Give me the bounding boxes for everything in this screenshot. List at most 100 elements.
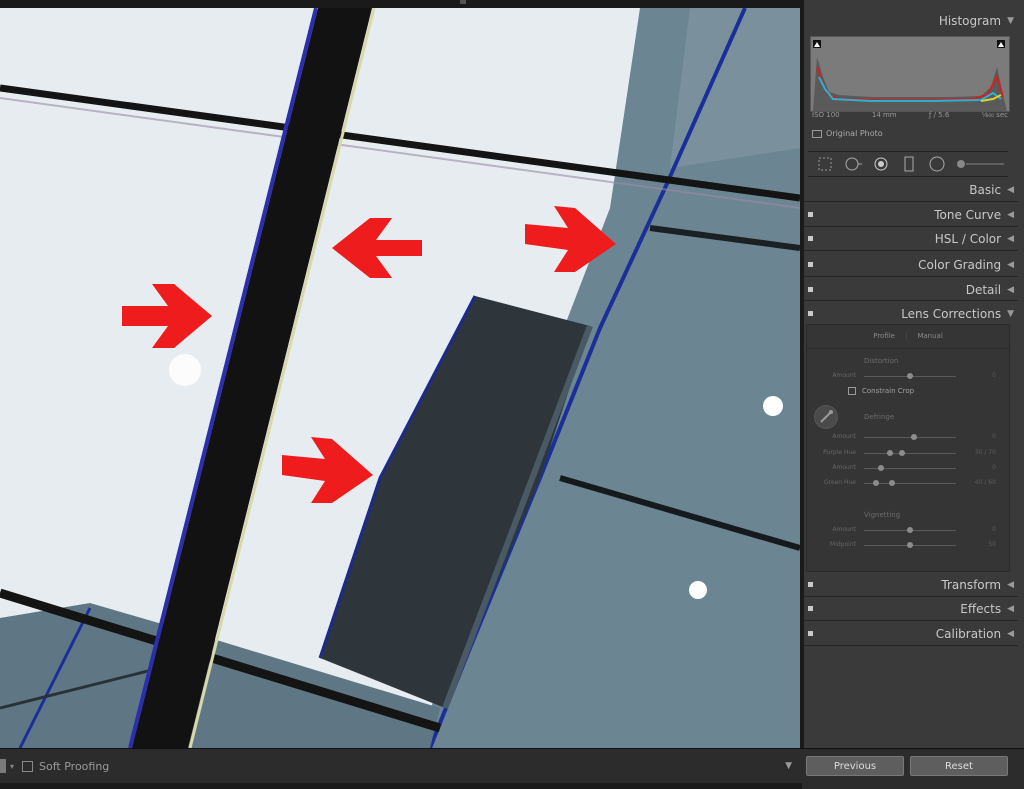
expand-triangle-icon: ◀ (1007, 629, 1014, 639)
slider-value: 30 / 70 (974, 449, 996, 456)
soft-proofing-label[interactable]: Soft Proofing (39, 760, 109, 773)
shutter-speed: ¹⁄₈₀₀ sec (981, 111, 1008, 119)
slider-knob[interactable] (907, 373, 913, 379)
red-eye-icon[interactable] (872, 155, 890, 173)
panel-switch-icon[interactable] (808, 212, 813, 217)
view-mode-swatch[interactable] (0, 759, 6, 773)
panel-switch-icon[interactable] (808, 631, 813, 636)
slider-knob[interactable] (873, 480, 879, 486)
tab-profile[interactable]: Profile (873, 332, 895, 340)
constrain-crop-toggle[interactable]: Constrain Crop (848, 387, 914, 395)
eyedropper-icon[interactable] (814, 405, 838, 429)
photo-preview (0, 8, 800, 748)
section-calibration-label: Calibration (935, 627, 1002, 641)
vignetting-midpoint-row[interactable]: Midpoint 50 (812, 541, 1008, 551)
section-transform[interactable]: Transform ◀ (804, 574, 1022, 596)
slider-knob[interactable] (911, 434, 917, 440)
top-marker (460, 0, 466, 4)
section-hsl-label: HSL / Color (934, 232, 1002, 246)
slider-knob[interactable] (887, 450, 893, 456)
photo-canvas[interactable] (0, 8, 800, 748)
original-photo-toggle[interactable]: Original Photo (812, 129, 883, 138)
slider-knob[interactable] (889, 480, 895, 486)
section-effects-label: Effects (960, 602, 1002, 616)
constrain-crop-checkbox[interactable] (848, 387, 856, 395)
slider-label: Purple Hue (823, 449, 856, 456)
section-lens-corrections[interactable]: Lens Corrections ▼ (804, 303, 1022, 325)
radial-filter-icon[interactable] (928, 155, 946, 173)
section-effects[interactable]: Effects ◀ (804, 598, 1022, 620)
section-tone-curve[interactable]: Tone Curve ◀ (804, 204, 1022, 226)
section-basic-label: Basic (969, 183, 1002, 197)
slider-value: 0 (992, 433, 996, 440)
reset-button[interactable]: Reset (910, 756, 1008, 776)
slider-label: Green Hue (823, 479, 856, 486)
spot-removal-icon[interactable] (844, 155, 862, 173)
slider-label: Midpoint (830, 541, 856, 548)
section-basic[interactable]: Basic ◀ (804, 179, 1022, 201)
graduated-filter-icon[interactable] (900, 155, 918, 173)
slider-label: Amount (832, 433, 856, 440)
adjustment-brush-icon[interactable] (956, 155, 1006, 173)
panel-switch-icon[interactable] (808, 287, 813, 292)
collapse-triangle-icon: ▼ (1007, 309, 1014, 319)
expand-triangle-icon: ◀ (1007, 234, 1014, 244)
slider-label: Amount (832, 526, 856, 533)
expand-triangle-icon: ◀ (1007, 260, 1014, 270)
soft-proofing-checkbox[interactable] (22, 760, 34, 772)
section-hsl-color[interactable]: HSL / Color ◀ (804, 228, 1022, 250)
slider-knob[interactable] (878, 465, 884, 471)
histogram-exif: ISO 100 14 mm ƒ / 5.6 ¹⁄₈₀₀ sec (812, 111, 1008, 119)
toolbar-menu-icon[interactable]: ▼ (785, 761, 792, 771)
section-calibration[interactable]: Calibration ◀ (804, 623, 1022, 645)
focal-length: 14 mm (871, 111, 897, 119)
lens-tabs: Profile | Manual (806, 324, 1010, 349)
green-hue-row[interactable]: Green Hue 40 / 60 (812, 479, 1008, 489)
vignetting-title: Vignetting (864, 511, 901, 519)
aperture-value: ƒ / 5.6 (928, 111, 950, 119)
distortion-title: Distortion (864, 357, 899, 365)
expand-triangle-icon: ◀ (1007, 580, 1014, 590)
distortion-amount-row[interactable]: Amount 0 (812, 372, 1008, 382)
crop-icon[interactable] (816, 155, 834, 173)
panel-switch-icon[interactable] (808, 582, 813, 587)
histogram-display[interactable] (810, 36, 1010, 112)
purple-hue-row[interactable]: Purple Hue 30 / 70 (812, 449, 1008, 459)
iso-value: ISO 100 (812, 111, 840, 119)
purple-amount-row[interactable]: Amount 0 (812, 433, 1008, 443)
slider-knob[interactable] (907, 527, 913, 533)
chevron-down-icon[interactable]: ▾ (10, 762, 14, 771)
original-photo-label: Original Photo (826, 129, 883, 138)
panel-switch-icon[interactable] (808, 262, 813, 267)
panel-switch-icon[interactable] (808, 606, 813, 611)
slider-knob[interactable] (899, 450, 905, 456)
vignetting-amount-row[interactable]: Amount 0 (812, 526, 1008, 536)
collapse-triangle-icon: ▼ (1007, 16, 1014, 26)
section-lens-label: Lens Corrections (901, 307, 1002, 321)
tab-manual[interactable]: Manual (917, 332, 942, 340)
defringe-title: Defringe (864, 413, 895, 421)
slider-value: 0 (992, 372, 996, 379)
section-color-grading-label: Color Grading (918, 258, 1002, 272)
green-amount-row[interactable]: Amount 0 (812, 464, 1008, 474)
section-transform-label: Transform (941, 578, 1002, 592)
expand-triangle-icon: ◀ (1007, 210, 1014, 220)
slider-value: 0 (992, 526, 996, 533)
panel-switch-icon[interactable] (808, 311, 813, 316)
original-photo-checkbox[interactable] (812, 129, 822, 138)
constrain-crop-label: Constrain Crop (862, 387, 915, 395)
expand-triangle-icon: ◀ (1007, 285, 1014, 295)
slider-knob[interactable] (907, 542, 913, 548)
panel-switch-icon[interactable] (808, 236, 813, 241)
section-detail[interactable]: Detail ◀ (804, 279, 1022, 301)
slider-label: Amount (832, 464, 856, 471)
slider-value: 0 (992, 464, 996, 471)
panel-button-bar: Previous Reset (802, 748, 1024, 789)
section-detail-label: Detail (965, 283, 1002, 297)
slider-value: 50 (988, 541, 996, 548)
histogram-title: Histogram (938, 14, 1002, 28)
histogram-header[interactable]: Histogram ▼ (804, 10, 1022, 32)
slider-label: Amount (832, 372, 856, 379)
section-color-grading[interactable]: Color Grading ◀ (804, 254, 1022, 276)
previous-button[interactable]: Previous (806, 756, 904, 776)
